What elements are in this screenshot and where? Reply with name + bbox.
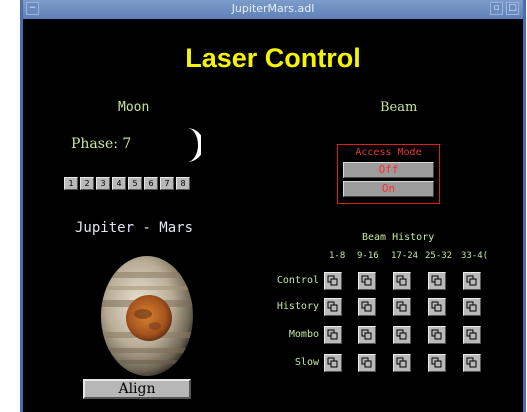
- related-display-button[interactable]: [463, 354, 481, 372]
- related-display-button[interactable]: [324, 354, 342, 372]
- align-button[interactable]: Align: [83, 379, 191, 399]
- phase-button-4[interactable]: 4: [112, 177, 126, 190]
- phase-readout: Phase: 7: [71, 136, 132, 152]
- beam-history-row-label: Control: [276, 275, 319, 286]
- copy-icon: [431, 357, 442, 368]
- related-display-button[interactable]: [463, 326, 481, 344]
- copy-icon: [466, 275, 477, 286]
- related-display-button[interactable]: [324, 326, 342, 344]
- copy-icon: [396, 357, 407, 368]
- copy-icon: [361, 329, 372, 340]
- maximize-button[interactable]: □: [506, 2, 519, 15]
- beam-history-header: Beam History: [362, 232, 435, 243]
- copy-icon: [431, 301, 442, 312]
- moon-phase-icon: [187, 128, 201, 162]
- related-display-button[interactable]: [463, 272, 481, 290]
- jupiter-mars-image: [101, 256, 193, 376]
- copy-icon: [431, 329, 442, 340]
- phase-button-5[interactable]: 5: [128, 177, 142, 190]
- phase-button-2[interactable]: 2: [80, 177, 94, 190]
- copy-icon: [466, 329, 477, 340]
- minimize-button[interactable]: ▫: [490, 2, 503, 15]
- related-display-button[interactable]: [428, 354, 446, 372]
- related-display-button[interactable]: [393, 326, 411, 344]
- phase-button-6[interactable]: 6: [144, 177, 158, 190]
- related-display-button[interactable]: [393, 354, 411, 372]
- window-title: JupiterMars.adl: [231, 2, 315, 15]
- beam-history-column-header: 17-24: [391, 251, 419, 261]
- beam-history-column-header: 1-8: [329, 251, 346, 261]
- copy-icon: [327, 275, 338, 286]
- window-titlebar[interactable]: − JupiterMars.adl ▫ □: [23, 0, 523, 20]
- copy-icon: [396, 329, 407, 340]
- phase-button-7[interactable]: 7: [160, 177, 174, 190]
- related-display-button[interactable]: [324, 272, 342, 290]
- moon-header: Moon: [118, 100, 150, 115]
- access-on-button[interactable]: On: [343, 181, 434, 197]
- related-display-button[interactable]: [358, 272, 376, 290]
- phase-button-8[interactable]: 8: [176, 177, 190, 190]
- beam-history-column-header: 9-16: [357, 251, 379, 261]
- window-content: Laser Control Moon Phase: 7 12345678 Jup…: [23, 19, 523, 412]
- copy-icon: [361, 275, 372, 286]
- copy-icon: [327, 301, 338, 312]
- copy-icon: [361, 301, 372, 312]
- access-mode-panel: Access Mode Off On: [337, 144, 440, 204]
- related-display-button[interactable]: [428, 272, 446, 290]
- copy-icon: [466, 301, 477, 312]
- related-display-button[interactable]: [393, 298, 411, 316]
- beam-history-row-label: History: [276, 301, 319, 312]
- application-window: − JupiterMars.adl ▫ □ Laser Control Moon…: [20, 0, 526, 412]
- phase-button-1[interactable]: 1: [64, 177, 78, 190]
- copy-icon: [396, 301, 407, 312]
- copy-icon: [396, 275, 407, 286]
- beam-history-column-header: 33-4(: [461, 251, 489, 261]
- beam-history-column-header: 25-32: [425, 251, 453, 261]
- related-display-button[interactable]: [463, 298, 481, 316]
- phase-button-row: 12345678: [64, 177, 190, 190]
- beam-history-row-label: Mombo: [288, 329, 319, 340]
- related-display-button[interactable]: [428, 298, 446, 316]
- phase-button-3[interactable]: 3: [96, 177, 110, 190]
- related-display-button[interactable]: [358, 354, 376, 372]
- access-mode-title: Access Mode: [355, 147, 422, 158]
- beam-header: Beam: [380, 100, 418, 115]
- beam-history-row-label: Slow: [294, 357, 319, 368]
- copy-icon: [327, 357, 338, 368]
- related-display-button[interactable]: [428, 326, 446, 344]
- copy-icon: [361, 357, 372, 368]
- copy-icon: [327, 329, 338, 340]
- page-title: Laser Control: [185, 43, 361, 73]
- related-display-button[interactable]: [324, 298, 342, 316]
- related-display-button[interactable]: [393, 272, 411, 290]
- related-display-button[interactable]: [358, 298, 376, 316]
- jupiter-mars-header: Jupiter - Mars: [75, 220, 194, 236]
- access-off-button[interactable]: Off: [343, 162, 434, 178]
- copy-icon: [466, 357, 477, 368]
- copy-icon: [431, 275, 442, 286]
- related-display-button[interactable]: [358, 326, 376, 344]
